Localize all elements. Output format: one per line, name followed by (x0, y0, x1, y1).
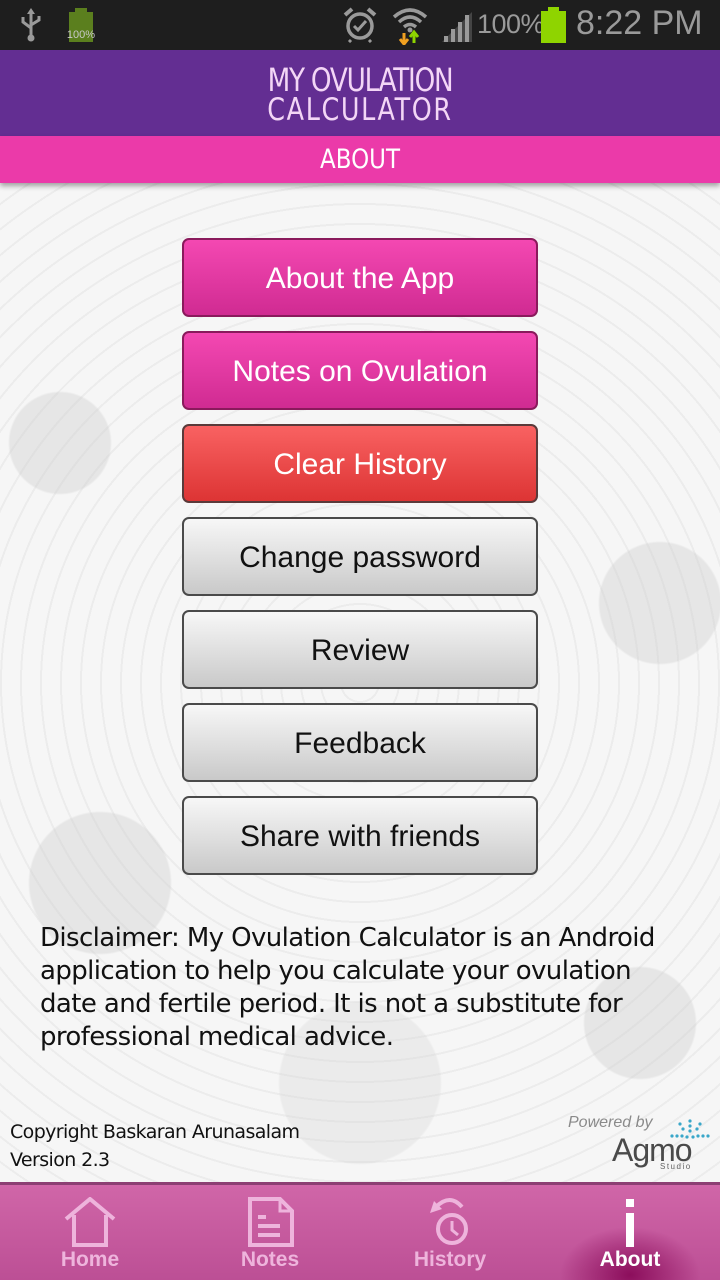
signal-icon (442, 12, 472, 42)
share-with-friends-button[interactable]: Share with friends (182, 796, 538, 875)
section-title-bar: ABOUT (0, 136, 720, 183)
clock: 8:22 PM (576, 4, 703, 42)
disclaimer-line: professional medical advice. (40, 1022, 394, 1052)
nav-home[interactable]: Home (0, 1185, 180, 1280)
review-button[interactable]: Review (182, 610, 538, 689)
alarm-icon (343, 7, 377, 43)
app-header: MY OVULATION CALCULATOR (0, 50, 720, 136)
disclaimer-line: Disclaimer: My Ovulation Calculator is a… (40, 923, 655, 953)
feedback-button[interactable]: Feedback (182, 703, 538, 782)
disclaimer-text: Disclaimer: My Ovulation Calculator is a… (40, 922, 690, 1054)
about-the-app-button[interactable]: About the App (182, 238, 538, 317)
powered-by-logo: Powered by Agmo Studio (568, 1114, 713, 1174)
copyright-block: Copyright Baskaran Arunasalam Version 2.… (10, 1118, 300, 1174)
status-bar: 100% 100% 8:22 PM (0, 0, 720, 50)
disclaimer-line: application to help you calculate your o… (40, 956, 632, 986)
disclaimer-line: date and fertile period. It is not a sub… (40, 989, 623, 1019)
nav-notes-label: Notes (240, 1248, 300, 1271)
wifi-icon (392, 8, 428, 45)
about-menu: About the App Notes on Ovulation Clear H… (182, 238, 538, 889)
usb-icon (21, 8, 41, 42)
version-text: Version 2.3 (10, 1149, 110, 1171)
battery-small-icon: 100% (67, 8, 95, 42)
battery-percent: 100% (477, 9, 545, 39)
battery-small-percent: 100% (66, 29, 96, 41)
copyright-text: Copyright Baskaran Arunasalam (10, 1121, 300, 1143)
change-password-button[interactable]: Change password (182, 517, 538, 596)
history-icon (430, 1198, 468, 1245)
section-title: ABOUT (320, 144, 400, 175)
home-icon (64, 1197, 116, 1247)
powered-by-text: Powered by (568, 1114, 653, 1131)
notes-icon (248, 1197, 294, 1247)
clear-history-button[interactable]: Clear History (182, 424, 538, 503)
nav-about[interactable]: About (540, 1185, 720, 1280)
nav-history-label: History (413, 1248, 487, 1271)
agmo-studio: Studio (660, 1162, 692, 1171)
nav-notes[interactable]: Notes (180, 1185, 360, 1280)
info-icon (626, 1199, 634, 1247)
app-title-line2: CALCULATOR (267, 92, 453, 128)
notes-on-ovulation-button[interactable]: Notes on Ovulation (182, 331, 538, 410)
nav-home-label: Home (60, 1248, 120, 1271)
nav-about-label: About (599, 1248, 661, 1271)
nav-history[interactable]: History (360, 1185, 540, 1280)
battery-icon (541, 7, 566, 43)
bottom-nav: Home Notes History About (0, 1182, 720, 1280)
